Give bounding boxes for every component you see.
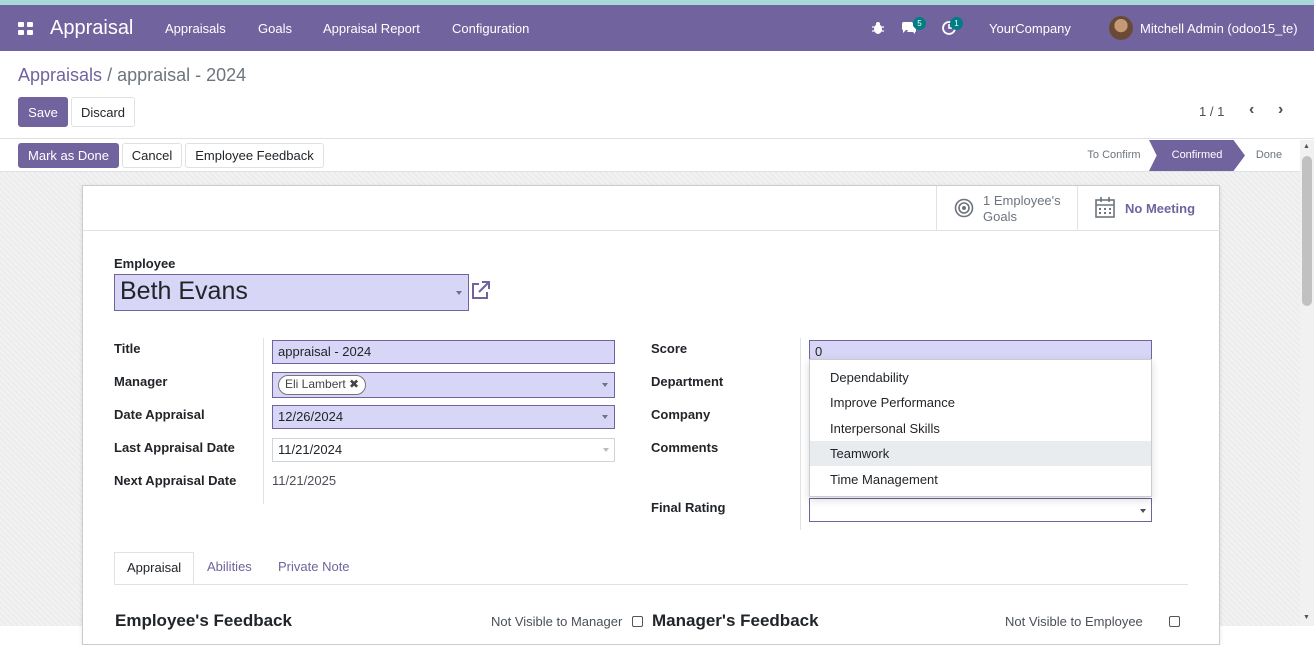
date-appraisal-field[interactable]: 12/26/2024 xyxy=(272,405,615,429)
employee-dropdown-caret[interactable] xyxy=(456,291,462,295)
not-visible-employee-label: Not Visible to Employee xyxy=(1005,614,1143,629)
option-improve-performance[interactable]: Improve Performance xyxy=(810,390,1151,415)
calendar-icon xyxy=(1095,197,1115,218)
user-avatar[interactable] xyxy=(1109,16,1133,40)
left-group-separator xyxy=(263,338,264,504)
tabs-underline xyxy=(114,584,1188,585)
company-label: Company xyxy=(651,407,711,422)
pager-next-icon[interactable]: › xyxy=(1278,101,1283,119)
title-label: Title xyxy=(114,341,141,356)
employee-feedback-button[interactable]: Employee Feedback xyxy=(185,143,324,168)
breadcrumb: Appraisals / appraisal - 2024 xyxy=(18,65,246,86)
option-dependability[interactable]: Dependability xyxy=(810,365,1151,390)
pager-previous-icon[interactable]: ‹ xyxy=(1249,101,1254,119)
scrollbar-thumb[interactable] xyxy=(1302,156,1312,306)
date-appraisal-caret[interactable] xyxy=(602,415,608,419)
tab-private-note[interactable]: Private Note xyxy=(266,552,362,584)
manager-dropdown-caret[interactable] xyxy=(602,383,608,387)
score-label: Score xyxy=(651,341,688,356)
save-button[interactable]: Save xyxy=(18,97,68,127)
next-appraisal-value: 11/21/2025 xyxy=(272,473,337,488)
discard-button[interactable]: Discard xyxy=(71,97,135,127)
menu-appraisal-report[interactable]: Appraisal Report xyxy=(323,21,420,36)
option-teamwork[interactable]: Teamwork xyxy=(810,441,1151,466)
tag-remove-icon[interactable]: ✖ xyxy=(349,377,359,391)
target-icon xyxy=(954,198,974,218)
employee-label: Employee xyxy=(114,256,176,271)
menu-goals[interactable]: Goals xyxy=(258,21,292,36)
cancel-button[interactable]: Cancel xyxy=(122,143,182,168)
not-visible-manager-label: Not Visible to Manager xyxy=(491,614,623,629)
bug-icon[interactable] xyxy=(871,21,885,35)
no-meeting-label: No Meeting xyxy=(1125,201,1196,216)
manager-tag-label: Eli Lambert xyxy=(285,377,346,391)
final-rating-label: Final Rating xyxy=(651,500,726,515)
final-rating-dropdown: Dependability Improve Performance Interp… xyxy=(809,359,1152,497)
breadcrumb-current: appraisal - 2024 xyxy=(117,65,247,85)
user-menu[interactable]: Mitchell Admin (odoo15_te) xyxy=(1140,21,1298,36)
tab-appraisal[interactable]: Appraisal xyxy=(114,552,195,584)
employee-feedback-title: Employee's Feedback xyxy=(115,611,292,630)
breadcrumb-parent[interactable]: Appraisals xyxy=(18,65,102,85)
option-interpersonal-skills[interactable]: Interpersonal Skills xyxy=(810,416,1151,441)
messages-badge: 5 xyxy=(913,17,926,30)
option-time-management[interactable]: Time Management xyxy=(810,467,1151,492)
app-brand[interactable]: Appraisal xyxy=(50,17,133,40)
mark-as-done-button[interactable]: Mark as Done xyxy=(18,143,119,168)
right-group-separator xyxy=(800,338,801,530)
apps-menu-icon[interactable] xyxy=(18,22,34,36)
status-done[interactable]: Done xyxy=(1246,140,1292,171)
department-label: Department xyxy=(651,374,724,389)
manager-feedback-title: Manager's Feedback xyxy=(652,611,819,630)
menu-appraisals[interactable]: Appraisals xyxy=(165,21,226,36)
goals-smart-button[interactable]: 1 Employee's Goals xyxy=(936,186,1077,231)
meeting-smart-button[interactable]: No Meeting xyxy=(1077,186,1219,231)
manager-label: Manager xyxy=(114,374,168,389)
final-rating-field[interactable] xyxy=(809,498,1152,522)
company-switcher[interactable]: YourCompany xyxy=(989,21,1071,36)
date-appraisal-label: Date Appraisal xyxy=(114,407,205,422)
goals-label: Goals xyxy=(983,209,1017,224)
manager-tag[interactable]: Eli Lambert ✖ xyxy=(278,375,367,395)
breadcrumb-separator: / xyxy=(107,65,113,85)
not-visible-manager-checkbox[interactable] xyxy=(632,616,643,627)
scroll-up-icon[interactable]: ▲ xyxy=(1303,143,1310,150)
scroll-down-icon[interactable]: ▼ xyxy=(1303,614,1310,621)
menu-configuration[interactable]: Configuration xyxy=(452,21,529,36)
tab-abilities[interactable]: Abilities xyxy=(195,552,264,584)
final-rating-caret[interactable] xyxy=(1140,509,1146,513)
goals-count-label: 1 Employee's xyxy=(983,193,1061,208)
comments-label: Comments xyxy=(651,440,719,455)
status-to-confirm[interactable]: To Confirm xyxy=(1078,140,1150,171)
pager-value[interactable]: 1 / 1 xyxy=(1199,104,1224,119)
not-visible-employee-checkbox[interactable] xyxy=(1169,616,1180,627)
next-appraisal-label: Next Appraisal Date xyxy=(114,473,237,488)
last-appraisal-label: Last Appraisal Date xyxy=(114,440,235,455)
last-appraisal-caret[interactable] xyxy=(603,448,609,452)
employee-field[interactable]: Beth Evans xyxy=(114,274,469,311)
last-appraisal-field[interactable]: 11/21/2024 xyxy=(272,438,615,462)
external-link-icon[interactable] xyxy=(471,281,490,300)
status-confirmed[interactable]: Confirmed xyxy=(1149,140,1245,171)
main-navbar: Appraisal Appraisals Goals Appraisal Rep… xyxy=(0,5,1314,51)
activities-badge: 1 xyxy=(950,17,963,30)
title-field[interactable]: appraisal - 2024 xyxy=(272,340,615,364)
